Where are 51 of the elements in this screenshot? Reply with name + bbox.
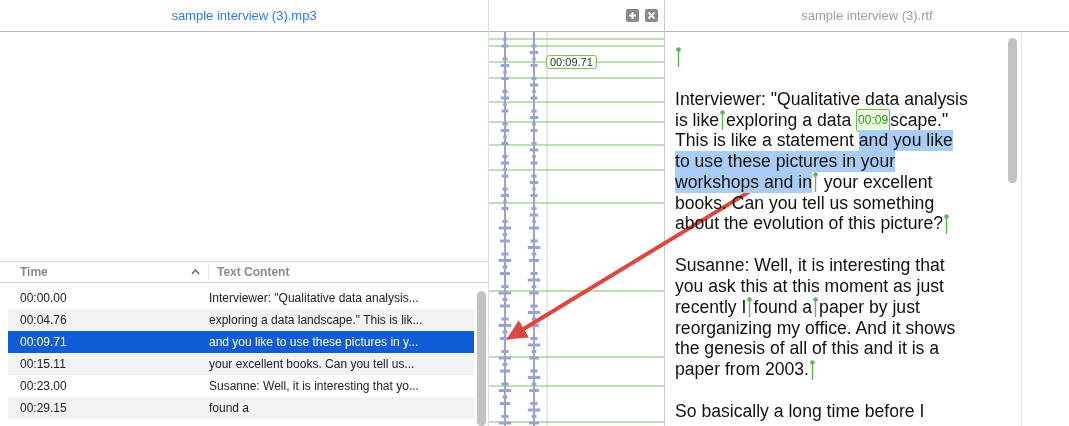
text-cell-text: your excellent books. Can you tell us... xyxy=(209,357,416,371)
transcript-text: Susanne: Well, it is interesting that xyxy=(675,255,945,277)
highlighted-text: and you like xyxy=(858,130,953,152)
marker-pin-icon xyxy=(813,297,819,318)
transcript-text: you ask this at this moment as just xyxy=(675,276,944,298)
transcript-text: reorganizing my office. And it shows xyxy=(675,317,956,339)
add-icon[interactable] xyxy=(626,9,639,22)
time-cell-text: 00:23.00 xyxy=(19,379,68,393)
transcript-text: recently I xyxy=(675,296,747,318)
highlighted-text: to use these pictures in your xyxy=(675,151,896,173)
transcript-text: paper from 2003. xyxy=(675,359,809,381)
transcript-text: books. Can you tell us something xyxy=(675,192,935,214)
time-cell-text: 00:09.71 xyxy=(19,335,68,349)
marker-pin-icon xyxy=(810,359,815,380)
transcript-text: This is like a statement xyxy=(675,130,855,152)
timestamp-tag[interactable]: 00:09 xyxy=(856,108,891,132)
marker-pin-icon xyxy=(676,47,681,68)
sort-caret-icon[interactable] xyxy=(191,269,200,275)
table-row[interactable]: 00:15.11 your excellent books. Can you tell us... xyxy=(8,353,474,375)
transcript-text: So basically a long time before I xyxy=(675,401,925,423)
time-cell-text: 00:15.11 xyxy=(19,357,67,371)
text-cell-text: Susanne: Well, it is interesting that yo... xyxy=(209,379,420,393)
text-cell-text: exploring a data landscape." This is lik... xyxy=(209,313,424,327)
transcript-text: your excellent xyxy=(822,171,933,193)
scrollbar-thumb[interactable] xyxy=(476,291,486,426)
transcript-text: scape." xyxy=(890,109,949,131)
marker-pin-icon xyxy=(747,297,753,318)
transcript-text: found a xyxy=(753,296,813,318)
table-row[interactable]: 00:04.76 exploring a data landscape." This is lik... xyxy=(8,309,474,331)
text-file-title: sample interview (3).rtf xyxy=(801,8,933,23)
transcript-text: paper by just xyxy=(819,296,920,318)
transcript-text: is like xyxy=(675,109,719,131)
scrollbar-thumb[interactable] xyxy=(1007,38,1017,183)
audio-file-title: sample interview (3).mp3 xyxy=(171,8,317,23)
highlighted-text: workshops and in xyxy=(675,171,812,193)
close-icon[interactable] xyxy=(645,9,658,22)
time-cell-text: 00:00.00 xyxy=(19,291,68,305)
table-row[interactable]: 00:29.15 found a xyxy=(8,397,474,419)
marker-pin-icon xyxy=(812,172,818,193)
transcript-text: exploring a data xyxy=(726,109,853,131)
time-cell-text: 00:04.76 xyxy=(19,313,68,327)
text-cell-text: and you like to use these pictures in y... xyxy=(209,335,420,349)
transcript-text: Interviewer: "Qualitative data analysis xyxy=(675,88,968,110)
text-cell-text: found a xyxy=(209,401,251,415)
transcript-text: the genesis of all of this and it is a xyxy=(675,338,940,360)
table-row[interactable]: 00:09.71 and you like to use these pictures in y... xyxy=(8,331,474,353)
text-cell-text: Interviewer: "Qualitative data analysis... xyxy=(209,291,420,305)
marker-pin-icon xyxy=(944,213,949,234)
marker-pin-icon xyxy=(720,110,725,130)
timestamp-label: 00:09.71 xyxy=(546,55,597,69)
time-cell-text: 00:29.15 xyxy=(19,401,68,415)
